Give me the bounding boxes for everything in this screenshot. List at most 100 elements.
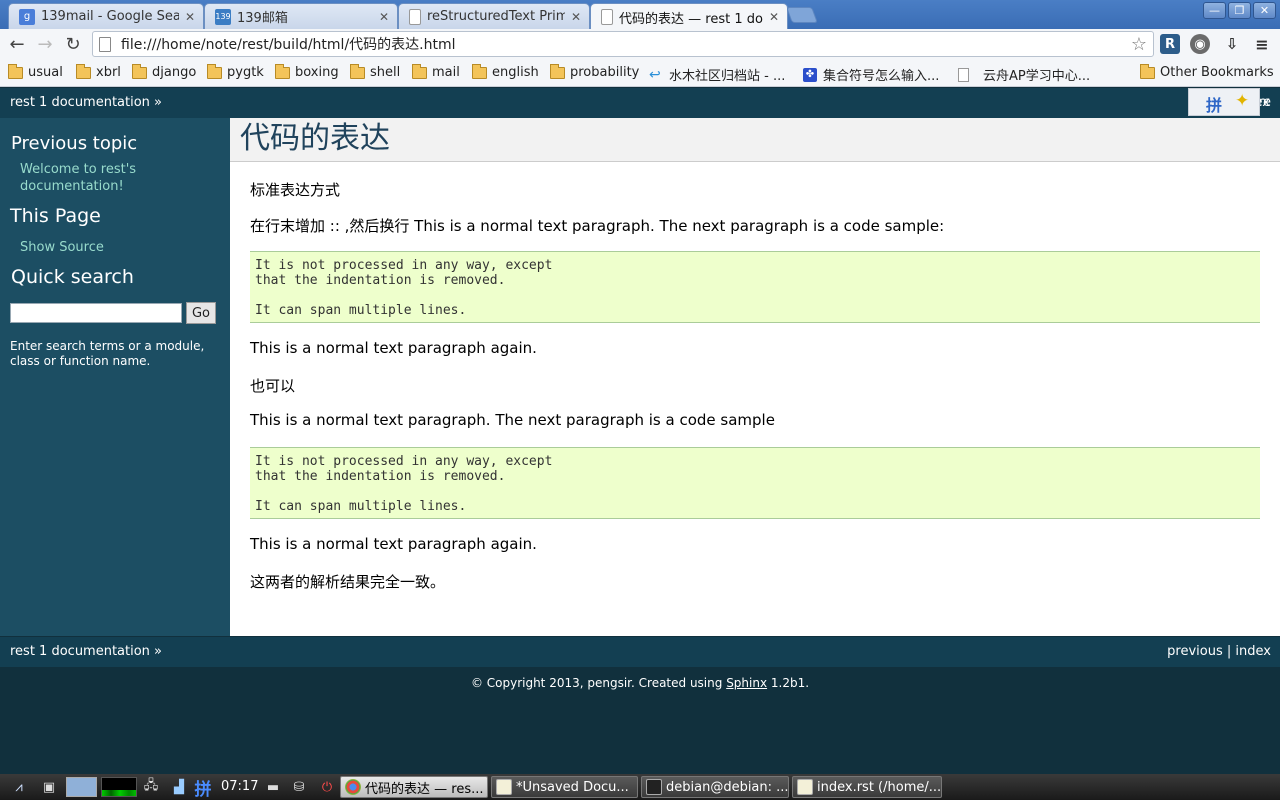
search-help-text: Enter search terms or a module, class or… <box>10 339 205 368</box>
top-related-bar: rest 1 documentation » pre ex <box>0 88 1280 118</box>
bookmark-yunzhou[interactable]: 云舟AP学习中心... <box>958 65 1090 84</box>
download-extension-icon[interactable]: ⇩ <box>1222 34 1242 54</box>
maximize-icon[interactable]: ❐ <box>1228 2 1251 19</box>
index-link[interactable]: index <box>1235 644 1271 659</box>
tab-strip: g 139mail - Google Search ✕ 139 139邮箱 ✕ … <box>0 0 1280 30</box>
show-desktop-icon[interactable]: ▣ <box>40 778 58 796</box>
task-label: 代码的表达 — res... <box>365 781 484 797</box>
sphinx-version: 1.2b1. <box>770 676 810 690</box>
address-bar[interactable]: file:///home/note/rest/build/html/代码的表达.… <box>92 31 1154 57</box>
task-terminal[interactable]: debian@debian: ... <box>641 776 789 798</box>
page-title: 代码的表达 <box>230 118 1280 162</box>
bookmark-label: django <box>152 65 197 80</box>
google-g-icon: g <box>19 8 35 25</box>
signal-bars-icon: ▟ <box>174 779 184 795</box>
paragraph: This is a normal text paragraph again. <box>250 535 537 553</box>
close-window-icon[interactable]: ✕ <box>1253 2 1276 19</box>
previous-link[interactable]: previous <box>1167 644 1223 659</box>
other-bookmarks[interactable]: Other Bookmarks <box>1140 63 1274 80</box>
close-icon[interactable]: ✕ <box>185 10 195 24</box>
bookmark-django[interactable]: django <box>132 63 197 80</box>
code-block: It is not processed in any way, except t… <box>250 251 1260 323</box>
new-tab-button[interactable] <box>786 7 818 23</box>
bottom-related-bar: rest 1 documentation » previous | index <box>0 637 1280 667</box>
search-go-button[interactable]: Go <box>186 302 216 324</box>
tab-google-search[interactable]: g 139mail - Google Search ✕ <box>8 3 204 29</box>
sidebar: Previous topic Welcome to rest's documen… <box>0 118 230 636</box>
workspace-switcher[interactable] <box>66 777 97 797</box>
folder-icon <box>412 63 427 79</box>
bookmark-star-icon[interactable]: ☆ <box>1125 34 1153 55</box>
folder-icon <box>550 63 565 79</box>
network-icon[interactable]: 🖧 <box>142 778 160 796</box>
reload-icon[interactable]: ↻ <box>59 30 87 58</box>
bookmarks-bar: usual xbrl django pygtk boxing shell mai… <box>0 59 1280 87</box>
bookmark-mail[interactable]: mail <box>412 63 460 80</box>
forward-arrow-icon[interactable]: → <box>31 30 59 58</box>
bookmark-boxing[interactable]: boxing <box>275 63 339 80</box>
bookmark-label: usual <box>28 65 63 80</box>
browser-toolbar: ← → ↻ file:///home/note/rest/build/html/… <box>0 29 1280 59</box>
show-source-link[interactable]: Show Source <box>20 239 104 256</box>
copyright-text: © Copyright 2013, pengsir. Created using… <box>0 676 1280 690</box>
terminal-icon <box>646 779 662 795</box>
task-label: index.rst (/home/... <box>817 779 942 795</box>
bookmark-xbrl[interactable]: xbrl <box>76 63 121 80</box>
task-index-rst[interactable]: index.rst (/home/... <box>792 776 942 798</box>
bookmark-probability[interactable]: probability <box>550 63 640 80</box>
task-chrome[interactable]: 代码的表达 — res... <box>340 776 488 798</box>
bookmark-usual[interactable]: usual <box>8 63 63 80</box>
bookmark-baidu[interactable]: ✤ 集合符号怎么输入... <box>803 65 939 84</box>
nav-separator: | <box>1226 644 1232 659</box>
copyright-label: © Copyright 2013, pengsir. Created using <box>470 676 723 690</box>
ime-toolbar: 拼 ✦ <box>1188 88 1260 116</box>
close-icon[interactable]: ✕ <box>379 10 389 24</box>
tab-current-page[interactable]: 代码的表达 — rest 1 documentation ✕ <box>590 3 788 30</box>
ime-pinyin-icon[interactable]: 拼 <box>194 778 212 800</box>
tab-139-mail[interactable]: 139 139邮箱 ✕ <box>204 3 398 29</box>
home-link[interactable]: rest 1 documentation » <box>10 644 162 659</box>
bookmark-shell[interactable]: shell <box>350 63 401 80</box>
paragraph: 这两者的解析结果完全一致。 <box>250 573 446 591</box>
bookmark-label: 集合符号怎么输入... <box>823 69 940 84</box>
back-arrow-icon[interactable]: ← <box>3 30 31 58</box>
folder-icon <box>8 63 23 79</box>
terminal-launcher-icon[interactable]: ▬ <box>264 778 282 796</box>
search-input[interactable] <box>10 303 182 323</box>
taskbar: ⩘ ▣ 🖧 ▟ 拼 07:17 ▬ ⛁ ⏻ 代码的表达 — res... *Un… <box>0 774 1280 800</box>
close-icon[interactable]: ✕ <box>769 10 779 24</box>
menu-icon[interactable]: ≡ <box>1252 34 1272 54</box>
tab-rest-primer[interactable]: reStructuredText Primer ✕ <box>398 3 590 29</box>
r-extension-icon[interactable]: R <box>1160 34 1180 54</box>
bookmark-label: shell <box>370 65 401 80</box>
lock-screen-icon[interactable]: ⛁ <box>290 778 308 796</box>
bookmark-smth[interactable]: ↩ 水木社区归档站 - ... <box>649 65 786 85</box>
bookmark-english[interactable]: english <box>472 63 539 80</box>
bookmark-label: pygtk <box>227 65 264 80</box>
power-icon[interactable]: ⏻ <box>318 778 336 796</box>
task-label: *Unsaved Docu... <box>516 779 629 795</box>
bookmark-label: english <box>492 65 539 80</box>
ime-pinyin-icon[interactable]: 拼 <box>1206 92 1222 116</box>
task-unsaved-document[interactable]: *Unsaved Docu... <box>491 776 638 798</box>
start-menu-icon[interactable]: ⩘ <box>10 778 28 796</box>
previous-topic-link[interactable]: Welcome to rest's documentation! <box>20 161 210 195</box>
bookmark-pygtk[interactable]: pygtk <box>207 63 264 80</box>
paragraph: 也可以 <box>250 377 296 395</box>
chrome-icon <box>345 779 361 795</box>
tab-title: reStructuredText Primer <box>427 9 565 24</box>
page-icon <box>409 8 421 25</box>
bookmark-label: mail <box>432 65 460 80</box>
minimize-icon[interactable]: — <box>1203 2 1226 19</box>
sphinx-link[interactable]: Sphinx <box>726 676 767 690</box>
bookmark-label: 水木社区归档站 - ... <box>669 69 786 84</box>
close-icon[interactable]: ✕ <box>571 10 581 24</box>
smth-icon: ↩ <box>649 66 661 83</box>
window-controls: — ❐ ✕ <box>1203 2 1276 19</box>
ime-star-icon[interactable]: ✦ <box>1235 91 1249 111</box>
home-link[interactable]: rest 1 documentation » <box>10 95 162 110</box>
clock: 07:17 <box>221 779 259 794</box>
bookmark-label: probability <box>570 65 640 80</box>
paragraph: This is a normal text paragraph again. <box>250 339 537 357</box>
globe-extension-icon[interactable]: ◉ <box>1190 34 1210 54</box>
